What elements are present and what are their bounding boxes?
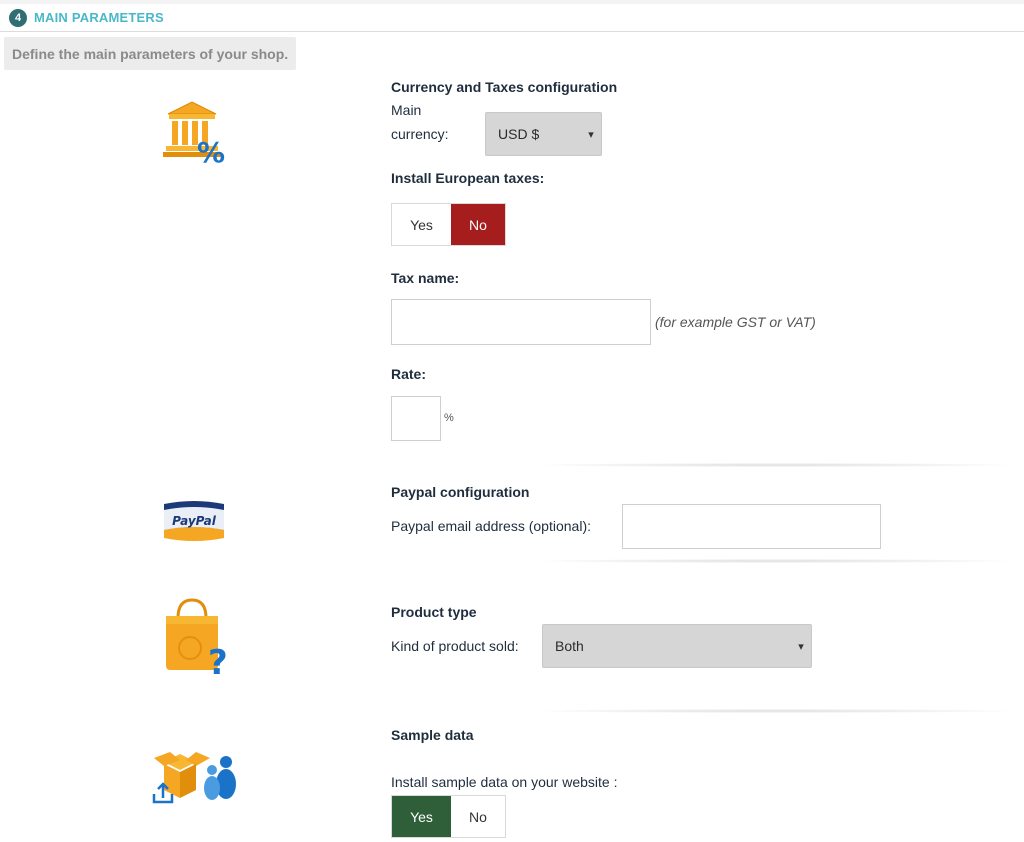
shopping-bag-question-icon: ? [160, 596, 230, 683]
rate-input[interactable] [391, 396, 441, 441]
paypal-email-label: Paypal email address (optional): [391, 518, 591, 534]
step-number-badge: 4 [9, 8, 27, 27]
paypal-logo-icon: PayPal [160, 500, 228, 544]
main-currency-label-line1: Main [391, 102, 422, 118]
svg-text:?: ? [208, 643, 228, 676]
product-kind-value: Both [555, 638, 584, 654]
step-header: 4 MAIN PARAMETERS [0, 4, 1024, 32]
product-section-title: Product type [391, 604, 477, 620]
main-currency-value: USD $ [498, 126, 540, 142]
bank-percent-icon: % [160, 96, 230, 169]
section-divider [540, 559, 1010, 563]
sample-data-yes-button[interactable]: Yes [392, 796, 451, 837]
product-kind-label: Kind of product sold: [391, 638, 519, 654]
step-description: Define the main parameters of your shop. [4, 37, 297, 70]
section-divider [540, 709, 1010, 713]
rate-label: Rate: [391, 366, 427, 382]
tax-name-label: Tax name: [391, 270, 460, 286]
currency-section-title: Currency and Taxes configuration [391, 79, 618, 95]
tax-name-input[interactable] [391, 299, 651, 345]
european-taxes-toggle: Yes No [391, 203, 506, 246]
product-kind-select[interactable]: Both ▾ [542, 624, 812, 668]
sample-data-section-title: Sample data [391, 727, 474, 743]
european-taxes-yes-button[interactable]: Yes [392, 204, 451, 245]
tax-name-hint: (for example GST or VAT) [655, 314, 816, 330]
paypal-logo-text: PayPal [172, 514, 217, 528]
box-users-icon [150, 748, 242, 806]
paypal-email-input[interactable] [622, 504, 881, 549]
svg-text:%: % [197, 136, 225, 166]
sample-data-no-button[interactable]: No [451, 796, 505, 837]
sample-data-toggle: Yes No [391, 795, 506, 838]
chevron-down-icon: ▾ [588, 128, 594, 141]
section-divider [540, 463, 1010, 467]
european-taxes-label: Install European taxes: [391, 170, 545, 186]
european-taxes-no-button[interactable]: No [451, 204, 505, 245]
chevron-down-icon: ▾ [798, 640, 804, 653]
rate-percent-unit: % [444, 412, 454, 424]
main-currency-label-line2: currency: [391, 126, 449, 142]
sample-data-label: Install sample data on your website : [391, 774, 618, 790]
main-currency-select[interactable]: USD $ ▾ [485, 112, 602, 156]
paypal-section-title: Paypal configuration [391, 484, 530, 500]
step-title: MAIN PARAMETERS [34, 10, 164, 25]
